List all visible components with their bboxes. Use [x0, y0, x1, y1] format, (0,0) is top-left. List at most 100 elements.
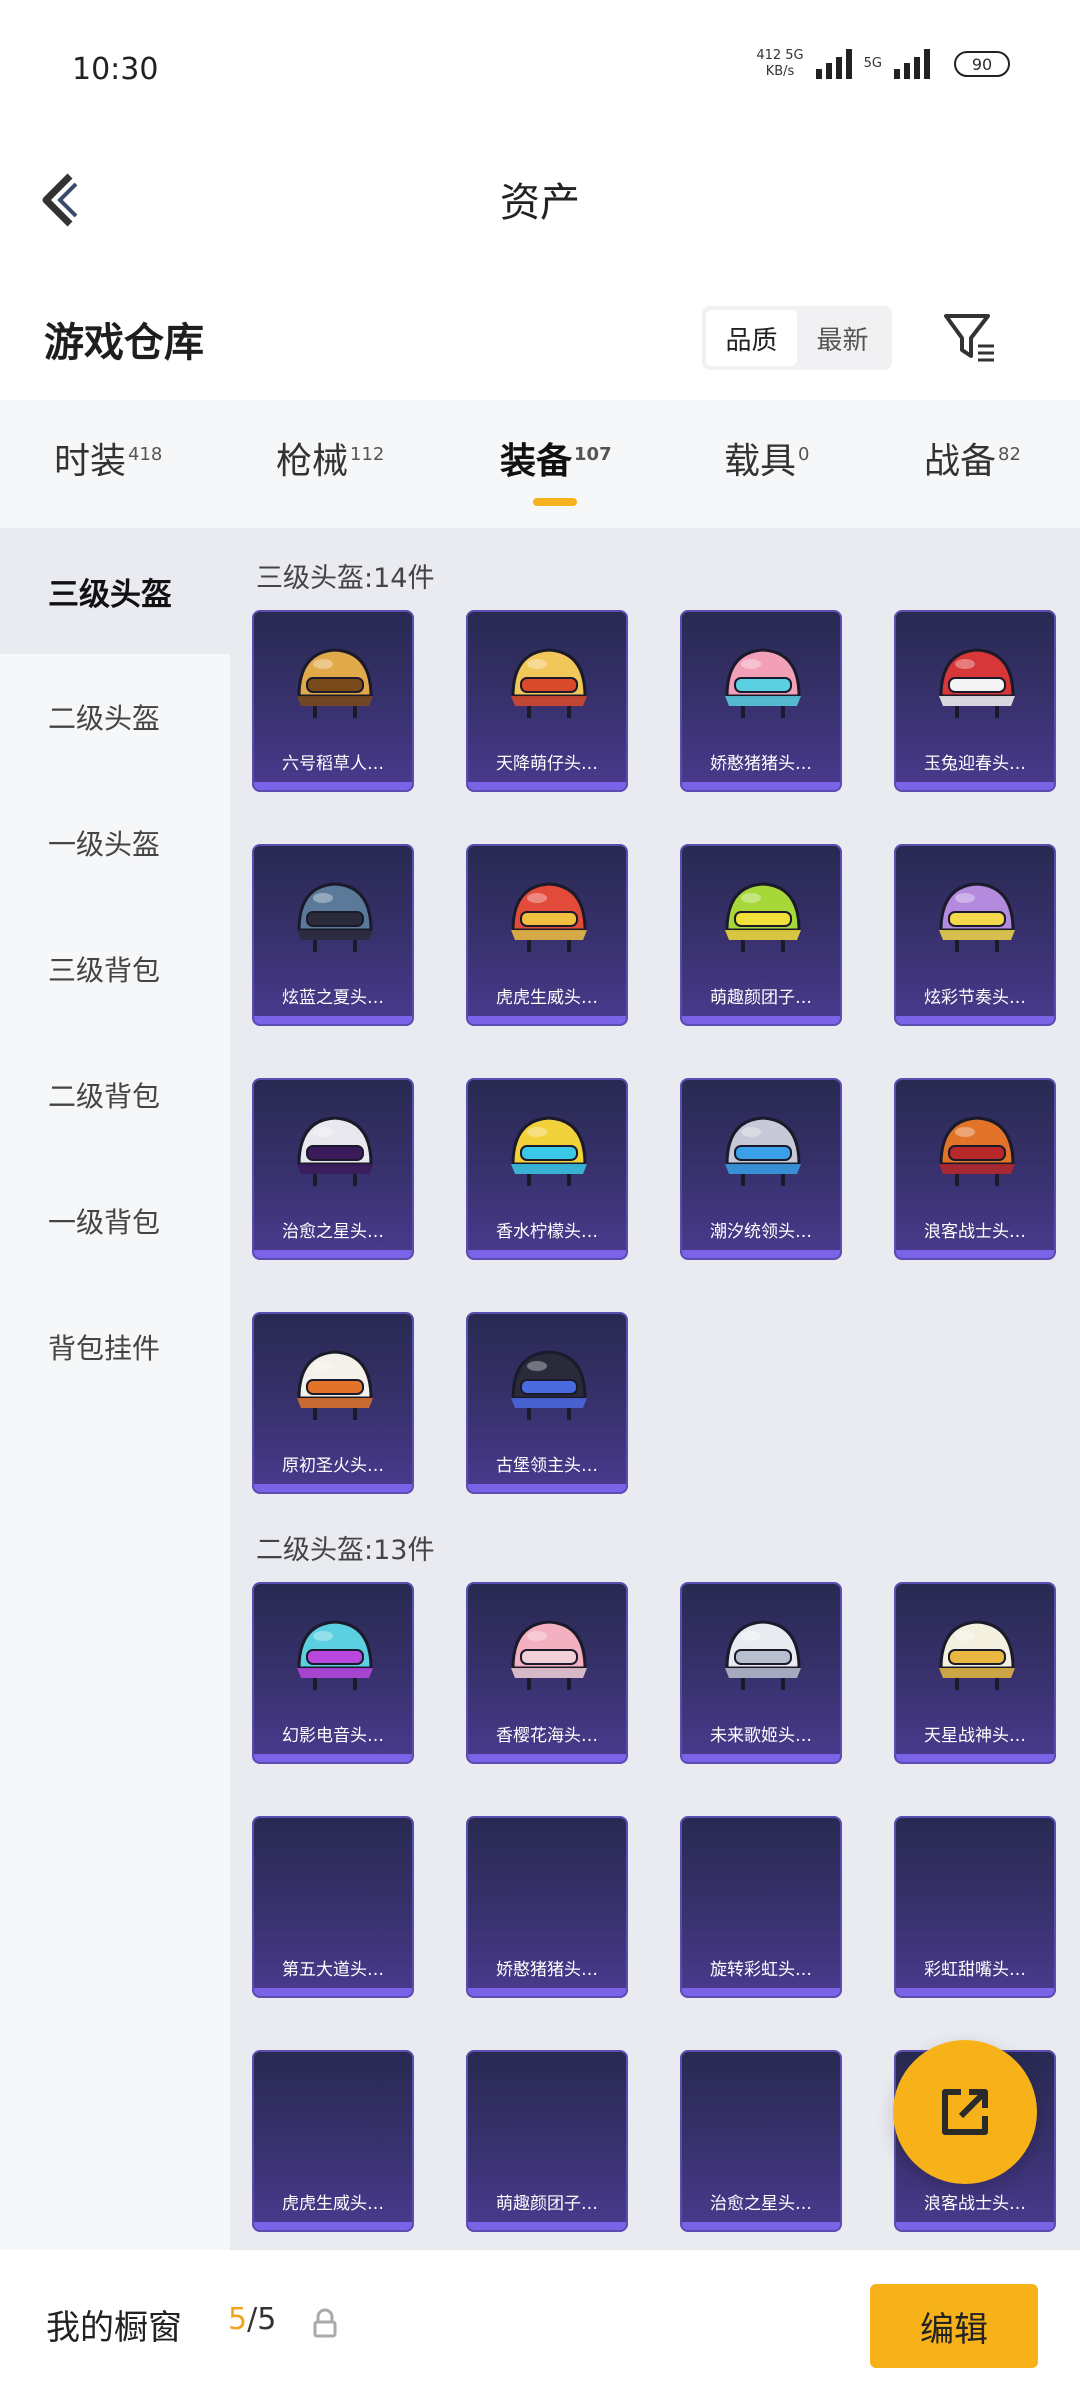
lock-icon — [313, 2308, 337, 2338]
green-sprout-helmet-icon — [725, 882, 801, 952]
sidebar-item-level3-helmet[interactable]: 三级头盔 — [0, 528, 230, 654]
net-speed: 412 5G KB/s — [756, 48, 804, 79]
edit-button[interactable]: 编辑 — [870, 2284, 1038, 2368]
tab-supplies[interactable]: 战备 82 — [924, 432, 1021, 484]
showcase-count: 5/5 — [228, 2302, 277, 2337]
neon-helmet-icon — [297, 1620, 373, 1690]
top-nav: 资产 — [0, 150, 1080, 250]
pink-pig-helmet-icon — [725, 648, 801, 718]
rarity-strip — [254, 1016, 412, 1024]
item-name: 第五大道头… — [282, 1960, 384, 1980]
item-name: 虎虎生威头… — [282, 2194, 384, 2214]
item-card[interactable]: 旋转彩虹头… — [680, 1816, 842, 1998]
sidebar-item-level2-helmet[interactable]: 二级头盔 — [0, 654, 230, 780]
tab-firearms[interactable]: 枪械 112 — [276, 432, 384, 484]
item-card[interactable]: 娇憨猪猪头… — [680, 610, 842, 792]
item-name: 香樱花海头… — [496, 1726, 598, 1746]
group-title-level2: 二级头盔:13件 — [256, 1535, 435, 1566]
item-card[interactable]: 萌趣颜团子… — [466, 2050, 628, 2232]
item-grid: 三级头盔:14件 二级头盔:13件 六号稻草人… 天降萌仔头… 娇憨猪猪头… 玉兔迎春… — [230, 528, 1080, 2250]
sidebar-item-level2-backpack[interactable]: 二级背包 — [0, 1032, 230, 1158]
item-card[interactable]: 天降萌仔头… — [466, 610, 628, 792]
signal-2-icon — [894, 49, 930, 79]
gold-white-helmet-icon — [939, 1620, 1015, 1690]
party-helmet-icon — [939, 882, 1015, 952]
samurai-helmet-icon — [939, 1116, 1015, 1186]
rarity-strip — [682, 1754, 840, 1762]
item-card[interactable]: 治愈之星头… — [252, 1078, 414, 1260]
item-card[interactable]: 炫彩节奏头… — [894, 844, 1056, 1026]
rarity-strip — [468, 782, 626, 790]
sidebar-item-backpack-pendant[interactable]: 背包挂件 — [0, 1284, 230, 1410]
item-name: 香水柠檬头… — [496, 1222, 598, 1242]
item-card[interactable]: 六号稻草人… — [252, 610, 414, 792]
item-name: 六号稻草人… — [282, 754, 384, 774]
group-title-level3: 三级头盔:14件 — [256, 563, 435, 594]
sidebar-item-level1-backpack[interactable]: 一级背包 — [0, 1158, 230, 1284]
item-card[interactable]: 潮汐统领头… — [680, 1078, 842, 1260]
item-name: 玉兔迎春头… — [924, 754, 1026, 774]
item-card[interactable]: 幻影电音头… — [252, 1582, 414, 1764]
item-card[interactable]: 古堡领主头… — [466, 1312, 628, 1494]
item-name: 治愈之星头… — [282, 1222, 384, 1242]
rarity-strip — [254, 1250, 412, 1258]
signal-icon — [815, 49, 852, 79]
black-visor-helmet-icon — [297, 1116, 373, 1186]
rarity-strip — [468, 1484, 626, 1492]
item-card[interactable]: 虎虎生威头… — [252, 2050, 414, 2232]
item-name: 未来歌姬头… — [710, 1726, 812, 1746]
rarity-strip — [468, 1016, 626, 1024]
item-card[interactable]: 浪客战士头… — [894, 1078, 1056, 1260]
item-name: 炫彩节奏头… — [924, 988, 1026, 1008]
rarity-strip — [682, 2222, 840, 2230]
warehouse-title: 游戏仓库 — [44, 320, 204, 366]
tide-helmet-icon — [725, 1116, 801, 1186]
item-name: 天星战神头… — [924, 1726, 1026, 1746]
tab-vehicles[interactable]: 载具 0 — [724, 432, 809, 484]
rarity-strip — [896, 2222, 1054, 2230]
item-card[interactable]: 虎虎生威头… — [466, 844, 628, 1026]
share-button[interactable] — [893, 2040, 1037, 2184]
item-card[interactable]: 原初圣火头… — [252, 1312, 414, 1494]
rarity-strip — [896, 1988, 1054, 1996]
tab-fashion[interactable]: 时装 418 — [54, 432, 162, 484]
item-card[interactable]: 治愈之星头… — [680, 2050, 842, 2232]
status-icons: 412 5G KB/s 5G 90 — [756, 48, 1010, 80]
item-name: 娇憨猪猪头… — [496, 1960, 598, 1980]
sidebar-item-level1-helmet[interactable]: 一级头盔 — [0, 780, 230, 906]
rarity-strip — [896, 1250, 1054, 1258]
subcategory-sidebar: 三级头盔 二级头盔 一级头盔 三级背包 二级背包 一级背包 背包挂件 — [0, 528, 230, 2250]
item-card[interactable]: 未来歌姬头… — [680, 1582, 842, 1764]
showcase-bar: 我的橱窗 5/5 编辑 — [0, 2250, 1080, 2400]
item-name: 萌趣颜团子… — [496, 2194, 598, 2214]
blue-goggles-helmet-icon — [297, 882, 373, 952]
item-card[interactable]: 天星战神头… — [894, 1582, 1056, 1764]
tab-equipment[interactable]: 装备 107 — [500, 432, 612, 484]
item-name: 原初圣火头… — [282, 1456, 384, 1476]
item-card[interactable]: 炫蓝之夏头… — [252, 844, 414, 1026]
item-name: 彩虹甜嘴头… — [924, 1960, 1026, 1980]
item-name: 幻影电音头… — [282, 1726, 384, 1746]
item-card[interactable]: 香樱花海头… — [466, 1582, 628, 1764]
showcase-label: 我的橱窗 — [46, 2308, 182, 2348]
item-card[interactable]: 第五大道头… — [252, 1816, 414, 1998]
active-tab-indicator — [533, 498, 577, 506]
item-card[interactable]: 萌趣颜团子… — [680, 844, 842, 1026]
item-card[interactable]: 玉兔迎春头… — [894, 610, 1056, 792]
item-name: 天降萌仔头… — [496, 754, 598, 774]
filter-icon[interactable] — [940, 308, 998, 366]
warehouse-header: 游戏仓库 品质 最新 — [0, 290, 1080, 390]
sidebar-item-level3-backpack[interactable]: 三级背包 — [0, 906, 230, 1032]
rarity-strip — [468, 2222, 626, 2230]
scarecrow-helmet-icon — [297, 648, 373, 718]
sort-latest-button[interactable]: 最新 — [797, 310, 888, 366]
item-card[interactable]: 娇憨猪猪头… — [466, 1816, 628, 1998]
item-card[interactable]: 香水柠檬头… — [466, 1078, 628, 1260]
item-card[interactable]: 彩虹甜嘴头… — [894, 1816, 1056, 1998]
item-name: 炫蓝之夏头… — [282, 988, 384, 1008]
rarity-strip — [896, 1016, 1054, 1024]
sort-quality-button[interactable]: 品质 — [706, 310, 797, 366]
share-icon — [942, 2089, 988, 2135]
rarity-strip — [254, 1988, 412, 1996]
rarity-strip — [682, 1016, 840, 1024]
